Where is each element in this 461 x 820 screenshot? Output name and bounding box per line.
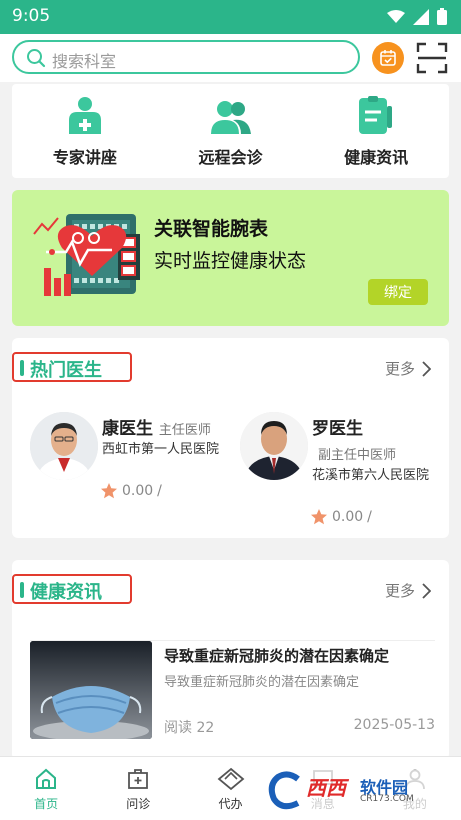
wifi-icon (387, 9, 405, 23)
quick-item-label: 远程会诊 (198, 148, 263, 167)
doctor-card[interactable]: 罗医生 副主任中医师 花溪市第六人民医院 0.00 / (240, 412, 440, 525)
banner-subtitle: 实时监控健康状态 (154, 250, 307, 272)
search-box[interactable]: 搜索科室 (12, 40, 360, 74)
rating-suffix: / (367, 509, 372, 525)
more-label: 更多 (384, 360, 415, 378)
tab-label: 问诊 (126, 797, 151, 811)
news-summary: 导致重症新冠肺炎的潜在因素确定 (164, 675, 360, 690)
section-marker (20, 582, 24, 598)
chevron-right-icon (422, 582, 431, 599)
quick-item-lecture[interactable]: 专家讲座 (12, 84, 158, 178)
top-bar: 搜索科室 (0, 34, 461, 82)
heart-monitor-illustration (33, 214, 140, 296)
more-label: 更多 (384, 582, 415, 600)
star-icon (101, 483, 117, 499)
quick-menu: 专家讲座 远程会诊 健康资讯 (12, 84, 449, 178)
more-news-link[interactable]: 更多 (385, 580, 431, 601)
section-title: 热门医生 (30, 360, 102, 381)
doctor-name: 罗医生 (312, 414, 363, 439)
more-doctors-link[interactable]: 更多 (385, 358, 431, 379)
news-thumbnail (30, 641, 152, 739)
consult-icon (210, 101, 251, 134)
tab-label: 首页 (34, 797, 59, 811)
banner-title: 关联智能腕表 (154, 218, 269, 240)
rating-suffix: / (157, 483, 162, 499)
watermark-c-icon (268, 771, 300, 810)
rating-value: 0.00 (122, 483, 154, 499)
news-item[interactable]: 导致重症新冠肺炎的潜在因素确定 导致重症新冠肺炎的潜在因素确定 阅读 22 20… (30, 640, 435, 740)
chevron-right-icon (422, 360, 431, 377)
news-date: 2025-05-13 (353, 717, 435, 733)
watermark-brand: 西西 (306, 776, 346, 800)
tab-label: 代办 (218, 797, 243, 811)
clinic-icon (128, 769, 149, 789)
calendar-check-icon (380, 50, 396, 66)
section-header: 热门医生 (12, 352, 132, 382)
scan-button[interactable] (416, 42, 448, 74)
doctor-card[interactable]: 康医生 主任医师 西虹市第一人民医院 0.00 / (30, 412, 230, 522)
signal-icon (413, 8, 429, 25)
health-news-section: 健康资讯 更多 导致重症新冠肺炎的潜在因素确定 导致重症新冠肺炎的潜在因素确定 … (12, 560, 449, 760)
doctor-name: 康医生 主任医师 (102, 414, 211, 439)
doctor-hospital: 西虹市第一人民医院 (102, 442, 220, 457)
home-icon (36, 768, 57, 789)
rating-value: 0.00 (332, 509, 364, 525)
tab-home[interactable]: 首页 (0, 757, 92, 820)
smartwatch-banner[interactable]: 关联智能腕表 实时监控健康状态 绑定 (12, 190, 449, 326)
news-title: 导致重症新冠肺炎的潜在因素确定 (164, 647, 390, 665)
hot-doctors-section: 热门医生 更多 康医生 主任医师 西虹市第一人民医院 0.00 / 罗医生 副主… (12, 338, 449, 538)
scan-icon (416, 42, 448, 74)
doctor-photo (30, 412, 98, 480)
calendar-button[interactable] (372, 42, 404, 74)
lecture-icon (68, 97, 101, 134)
doctor-title: 副主任中医师 (318, 448, 397, 463)
doctor-title: 主任医师 (158, 423, 211, 438)
battery-icon (437, 8, 447, 25)
search-placeholder: 搜索科室 (52, 52, 117, 71)
status-bar: 9:05 (0, 0, 461, 34)
star-icon (311, 509, 327, 525)
tab-clinic[interactable]: 问诊 (92, 757, 184, 820)
watermark-logo: 西西 软件园 CR173.COM (262, 770, 440, 812)
section-title: 健康资讯 (30, 582, 102, 603)
news-read-count: 阅读 22 (164, 720, 215, 736)
quick-item-consult[interactable]: 远程会诊 (158, 84, 304, 178)
section-header: 健康资讯 (12, 574, 132, 604)
face-mask-image (30, 641, 152, 739)
doctor-hospital: 花溪市第六人民医院 (312, 468, 430, 483)
health-news-icon (359, 96, 393, 134)
task-icon (217, 767, 244, 791)
search-icon (27, 49, 46, 68)
doctor-photo (240, 412, 308, 480)
quick-item-health-news[interactable]: 健康资讯 (303, 84, 449, 178)
status-time: 9:05 (12, 6, 51, 26)
doctor-rating: 0.00 / (310, 508, 372, 526)
doctor-name-text: 康医生 (102, 419, 153, 439)
doctor-rating: 0.00 / (100, 482, 162, 500)
quick-item-label: 健康资讯 (344, 148, 409, 167)
quick-item-label: 专家讲座 (52, 148, 117, 167)
doctor-avatar (240, 412, 308, 480)
doctor-avatar (30, 412, 98, 480)
section-marker (20, 360, 24, 376)
doctor-name-text: 罗医生 (312, 419, 363, 439)
status-icons (387, 8, 447, 25)
bind-button[interactable]: 绑定 (368, 279, 428, 305)
watermark-site: CR173.COM (360, 794, 414, 804)
